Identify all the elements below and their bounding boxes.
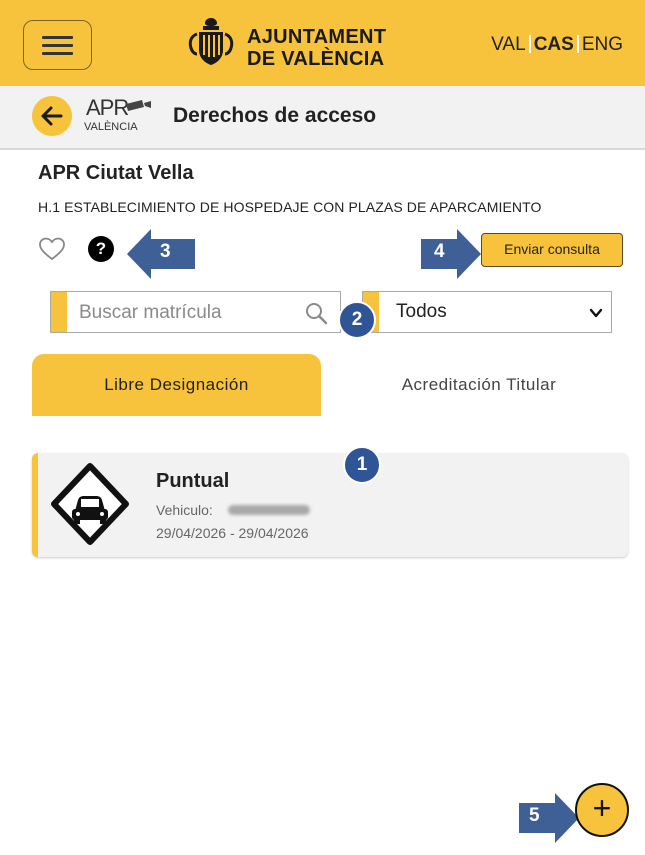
camera-icon (126, 100, 151, 111)
callout-badge-1: 1 (343, 446, 381, 484)
chevron-down-icon (589, 308, 603, 318)
menu-icon-bar (42, 52, 73, 55)
org-name-line1: AJUNTAMENT (247, 26, 387, 48)
car-sign-icon (51, 463, 129, 545)
favorite-heart-icon[interactable] (38, 236, 66, 262)
callout-number-5: 5 (529, 805, 540, 826)
language-switcher: VAL CAS ENG (491, 34, 623, 56)
org-name: AJUNTAMENT DE VALÈNCIA (247, 26, 386, 70)
callout-arrow-4 (421, 229, 481, 279)
zone-title: APR Ciutat Vella (38, 162, 194, 184)
tab-acreditacion-titular[interactable]: Acreditación Titular (330, 354, 628, 416)
card-vehicle-plate-redacted (228, 505, 310, 515)
card-dates: 29/04/2026 - 29/04/2026 (156, 525, 309, 541)
lang-val[interactable]: VAL (491, 34, 526, 56)
lang-separator (576, 35, 579, 53)
filter-selected-value: Todos (396, 301, 447, 322)
search-accent (51, 292, 67, 332)
filter-select[interactable]: Todos (362, 291, 612, 333)
add-button[interactable]: + (575, 783, 629, 837)
apr-logo: APR VALÈNCIA (80, 95, 155, 137)
search-field (50, 291, 341, 333)
city-crest-icon (188, 18, 234, 65)
search-icon[interactable] (304, 301, 328, 325)
lang-separator (528, 35, 531, 53)
help-icon[interactable]: ? (88, 236, 114, 262)
apr-logo-text: APR (86, 95, 129, 120)
send-query-button[interactable]: Enviar consulta (481, 233, 623, 267)
plate-search-input[interactable] (77, 298, 291, 328)
org-name-line2: DE VALÈNCIA (247, 48, 385, 70)
back-button[interactable] (32, 96, 72, 136)
menu-icon (42, 36, 73, 39)
tab-libre-designacion[interactable]: Libre Designación (32, 354, 321, 416)
lang-cas[interactable]: CAS (534, 34, 574, 56)
menu-icon-bar (42, 44, 73, 47)
page-title: Derechos de acceso (173, 104, 377, 127)
callout-badge-2: 2 (338, 301, 376, 339)
callout-number-4: 4 (434, 241, 445, 262)
card-title: Puntual (156, 470, 230, 492)
card-vehicle-label: Vehiculo: (156, 502, 213, 518)
apr-logo-subtext: VALÈNCIA (84, 121, 138, 133)
callout-arrow-5 (519, 793, 579, 843)
zone-subtitle: H.1 ESTABLECIMIENTO DE HOSPEDAJE CON PLA… (38, 199, 542, 215)
lang-eng[interactable]: ENG (582, 34, 623, 56)
menu-button[interactable] (23, 20, 92, 70)
callout-number-3: 3 (160, 241, 171, 262)
